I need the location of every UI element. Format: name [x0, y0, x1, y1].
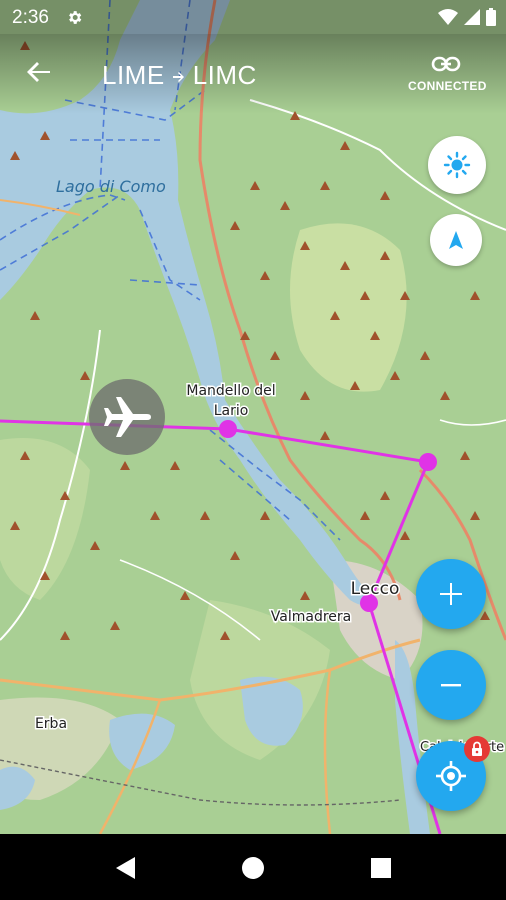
- day-night-button[interactable]: [428, 136, 486, 194]
- place-label: Erba: [35, 716, 67, 732]
- gear-icon: [69, 11, 82, 24]
- origin-code: LIME: [102, 60, 165, 90]
- lock-icon: [472, 741, 482, 756]
- wifi-icon: [438, 9, 458, 25]
- back-triangle-icon[interactable]: [111, 853, 141, 883]
- connection-label: CONNECTED: [408, 79, 487, 93]
- home-circle-icon[interactable]: [238, 853, 268, 883]
- link-icon: [431, 56, 461, 72]
- route-title: LIME LIMC: [102, 60, 257, 91]
- status-time: 2:36: [12, 7, 49, 28]
- zoom-in-button[interactable]: [416, 559, 486, 629]
- place-label: Lario: [214, 403, 249, 419]
- back-arrow-icon: [27, 62, 50, 82]
- place-label: Lecco: [351, 579, 400, 599]
- route-arrow-icon: [172, 71, 184, 82]
- map-orientation-button[interactable]: [430, 214, 482, 266]
- connection-status[interactable]: CONNECTED: [408, 54, 487, 93]
- app-bar: LIME LIMC CONNECTED: [0, 34, 506, 114]
- lake-label: Lago di Como: [56, 177, 166, 196]
- brightness-icon: [443, 151, 471, 179]
- status-bar: 2:36: [0, 0, 506, 34]
- place-label: Valmadrera: [271, 609, 351, 625]
- minus-icon: [441, 684, 461, 687]
- system-nav-bar: [0, 834, 506, 900]
- back-button[interactable]: [18, 50, 62, 94]
- route-waypoint[interactable]: [419, 453, 437, 471]
- place-label: Mandello del: [186, 383, 275, 399]
- aircraft-marker[interactable]: [89, 379, 165, 455]
- zoom-out-button[interactable]: [416, 650, 486, 720]
- signal-icon: [464, 9, 480, 25]
- route-waypoint[interactable]: [219, 420, 237, 438]
- follow-lock-badge[interactable]: [464, 736, 490, 762]
- battery-icon: [486, 8, 496, 26]
- north-arrow-icon: [449, 231, 463, 249]
- destination-code: LIMC: [192, 60, 257, 90]
- my-location-icon: [436, 761, 466, 791]
- plus-icon: [440, 583, 462, 605]
- recents-square-icon[interactable]: [366, 853, 396, 883]
